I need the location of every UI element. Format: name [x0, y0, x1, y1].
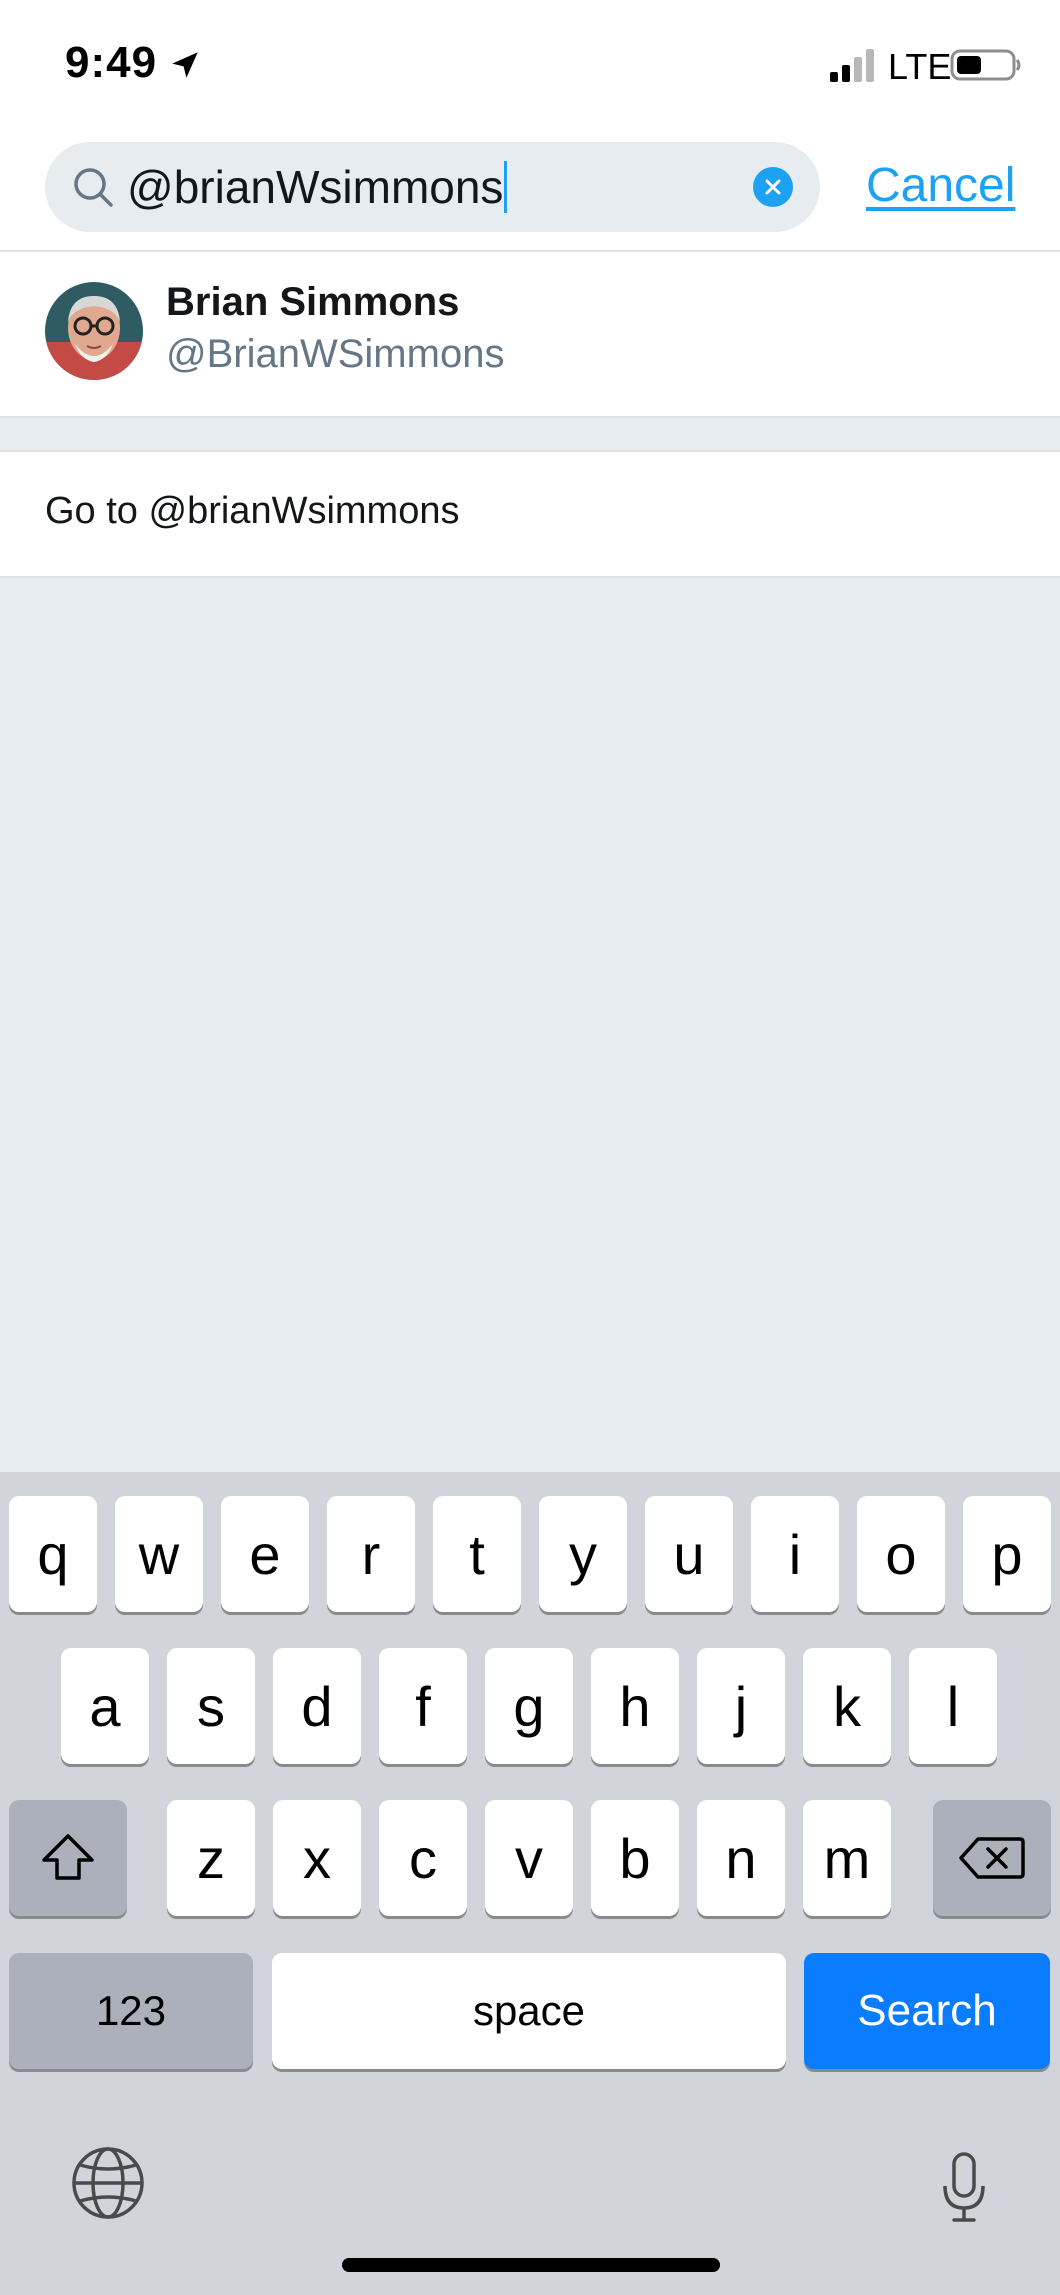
home-indicator: [342, 2258, 720, 2272]
result-name: Brian Simmons: [166, 280, 460, 324]
key-j[interactable]: j: [697, 1648, 785, 1764]
key-b[interactable]: b: [591, 1800, 679, 1916]
key-k[interactable]: k: [803, 1648, 891, 1764]
key-a[interactable]: a: [61, 1648, 149, 1764]
key-u[interactable]: u: [645, 1496, 733, 1612]
key-c[interactable]: c: [379, 1800, 467, 1916]
key-z[interactable]: z: [167, 1800, 255, 1916]
key-y[interactable]: y: [539, 1496, 627, 1612]
delete-icon: [959, 1837, 1025, 1879]
key-q[interactable]: q: [9, 1496, 97, 1612]
globe-icon[interactable]: [70, 2145, 146, 2221]
key-r[interactable]: r: [327, 1496, 415, 1612]
shift-key[interactable]: [9, 1800, 127, 1916]
status-bar: 9:49 LTE: [0, 0, 1060, 130]
key-v[interactable]: v: [485, 1800, 573, 1916]
key-g[interactable]: g: [485, 1648, 573, 1764]
search-key[interactable]: Search: [804, 1953, 1050, 2069]
search-input[interactable]: @brianWsimmons: [127, 142, 508, 232]
search-header: @brianWsimmons Cancel: [0, 130, 1060, 252]
network-label: LTE: [888, 46, 952, 87]
goto-label: Go to @brianWsimmons: [45, 490, 460, 532]
avatar: [45, 282, 143, 380]
clear-icon: [765, 179, 781, 195]
key-n[interactable]: n: [697, 1800, 785, 1916]
result-handle: @BrianWSimmons: [166, 332, 505, 376]
key-p[interactable]: p: [963, 1496, 1051, 1612]
space-key[interactable]: space: [272, 1953, 786, 2069]
key-o[interactable]: o: [857, 1496, 945, 1612]
key-m[interactable]: m: [803, 1800, 891, 1916]
search-result-row[interactable]: Brian Simmons @BrianWSimmons: [0, 252, 1060, 418]
numbers-key[interactable]: 123: [9, 1953, 253, 2069]
text-caret: [504, 161, 508, 213]
key-w[interactable]: w: [115, 1496, 203, 1612]
key-i[interactable]: i: [751, 1496, 839, 1612]
key-d[interactable]: d: [273, 1648, 361, 1764]
status-time: 9:49: [65, 38, 158, 87]
key-s[interactable]: s: [167, 1648, 255, 1764]
battery-icon: [950, 49, 1021, 81]
key-e[interactable]: e: [221, 1496, 309, 1612]
cancel-button[interactable]: Cancel: [866, 158, 1015, 213]
search-field[interactable]: @brianWsimmons: [45, 142, 820, 232]
cellular-signal-icon: [830, 49, 874, 82]
microphone-icon[interactable]: [940, 2152, 988, 2224]
shift-icon: [42, 1834, 94, 1880]
delete-key[interactable]: [933, 1800, 1051, 1916]
key-t[interactable]: t: [433, 1496, 521, 1612]
search-icon: [74, 168, 113, 207]
goto-profile-row[interactable]: Go to @brianWsimmons: [0, 450, 1060, 578]
key-x[interactable]: x: [273, 1800, 361, 1916]
key-l[interactable]: l: [909, 1648, 997, 1764]
clear-search-button[interactable]: [753, 167, 793, 207]
location-arrow-icon: [172, 52, 198, 78]
key-h[interactable]: h: [591, 1648, 679, 1764]
key-f[interactable]: f: [379, 1648, 467, 1764]
search-query-text: @brianWsimmons: [127, 161, 504, 213]
keyboard: q w e r t y u i o p a s d f g h j k l z …: [0, 1472, 1060, 2295]
